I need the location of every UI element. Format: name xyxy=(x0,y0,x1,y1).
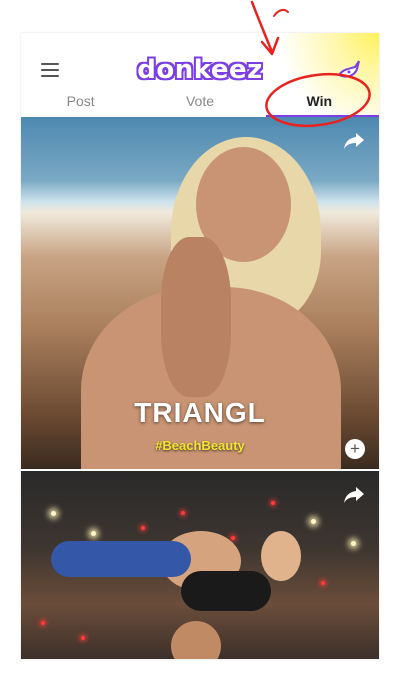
photo-arm xyxy=(161,237,231,397)
app-screen: donkeez Post Vote Win TRIANGL #BeachBeau… xyxy=(21,33,379,659)
photo-legs xyxy=(51,541,191,577)
ceiling-light xyxy=(91,531,96,536)
red-light xyxy=(141,526,145,530)
post-title: TRIANGL xyxy=(134,397,266,428)
ceiling-light xyxy=(311,519,316,524)
photo-top xyxy=(181,571,271,611)
app-logo: donkeez xyxy=(137,55,263,85)
tab-bar: Post Vote Win xyxy=(21,88,379,118)
app-header: donkeez Post Vote Win xyxy=(21,33,379,118)
red-light xyxy=(81,636,85,640)
mascot-icon[interactable] xyxy=(335,55,363,83)
ceiling-light xyxy=(51,511,56,516)
plus-icon[interactable]: + xyxy=(345,439,365,459)
photo-base-person xyxy=(171,621,221,659)
photo-head xyxy=(261,531,301,581)
tab-win[interactable]: Win xyxy=(260,88,379,118)
red-light xyxy=(181,511,185,515)
post-card[interactable] xyxy=(21,471,379,659)
ceiling-light xyxy=(351,541,356,546)
red-light xyxy=(271,501,275,505)
tab-post[interactable]: Post xyxy=(21,88,140,117)
tab-vote[interactable]: Vote xyxy=(140,88,259,117)
post-card[interactable]: TRIANGL #BeachBeauty + xyxy=(21,117,379,469)
post-hashtag[interactable]: #BeachBeauty xyxy=(21,438,379,453)
share-icon[interactable] xyxy=(343,131,365,151)
red-light xyxy=(41,621,45,625)
red-light xyxy=(321,581,325,585)
feed: TRIANGL #BeachBeauty + xyxy=(21,117,379,659)
share-icon[interactable] xyxy=(343,485,365,505)
red-light xyxy=(231,536,235,540)
